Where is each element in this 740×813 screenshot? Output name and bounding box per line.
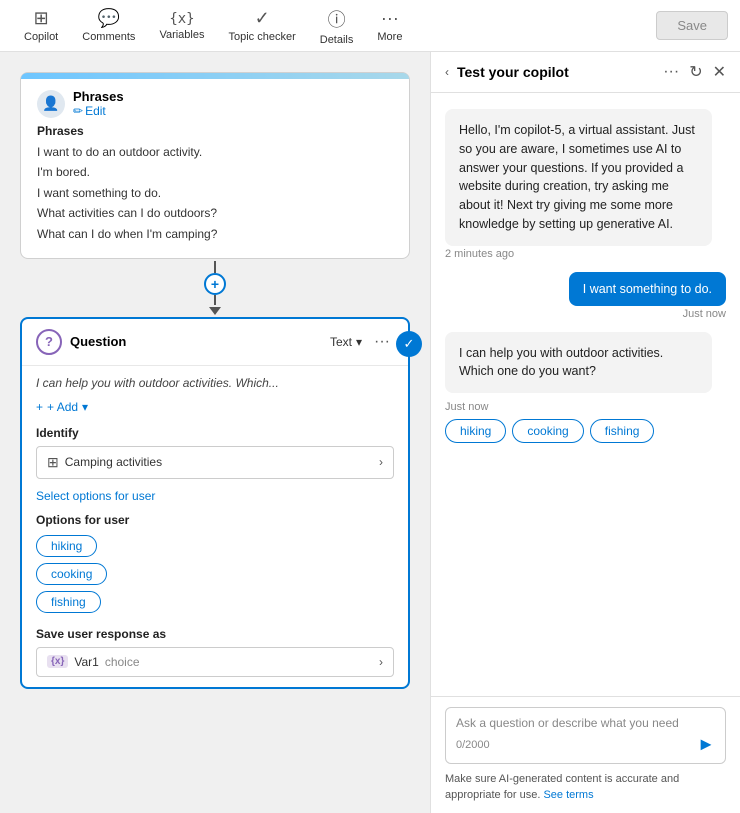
toolbar-label-comments: Comments (82, 31, 135, 43)
phrases-list: I want to do an outdoor activity. I'm bo… (37, 142, 393, 244)
footer-note: Make sure AI-generated content is accura… (445, 772, 726, 803)
refresh-icon[interactable]: ↻ (689, 62, 702, 82)
save-response-box[interactable]: {x} Var1 choice › (36, 647, 394, 677)
toolbar-label-topic-checker: Topic checker (228, 31, 295, 43)
input-row: 0/2000 ► (456, 734, 715, 755)
toolbar-item-variables[interactable]: {x} Variables (147, 7, 216, 45)
variable-icon: {x} (47, 655, 68, 668)
pencil-icon: ✏ (73, 104, 83, 118)
time-label-2: Just now (445, 401, 726, 413)
option-tags: hiking cooking fishing (36, 535, 394, 613)
choice-tag-cooking[interactable]: cooking (512, 419, 583, 443)
bot-reply-section: I can help you with outdoor activities. … (445, 332, 726, 444)
option-tag-hiking[interactable]: hiking (36, 535, 97, 557)
option-tag-cooking[interactable]: cooking (36, 563, 107, 585)
see-terms-link[interactable]: See terms (543, 789, 593, 801)
question-preview: I can help you with outdoor activities. … (36, 376, 394, 390)
input-box: Ask a question or describe what you need… (445, 707, 726, 764)
main-area: 👤 Phrases ✏ Edit Phrases I want to do an… (0, 52, 740, 813)
variables-icon: {x} (169, 11, 194, 27)
question-icon: ? (36, 329, 62, 355)
details-icon: ⓘ (328, 6, 346, 32)
toolbar-item-details[interactable]: ⓘ Details (308, 2, 366, 50)
table-icon: ⊞ (47, 454, 59, 471)
identify-text: Camping activities (65, 455, 379, 469)
toolbar-item-more[interactable]: ··· More (365, 4, 414, 47)
save-response-label: Save user response as (36, 627, 394, 641)
select-options-link[interactable]: Select options for user (36, 489, 394, 503)
copilot-title: Test your copilot (457, 64, 655, 80)
option-tag-fishing[interactable]: fishing (36, 591, 101, 613)
add-button[interactable]: + + Add ▾ (36, 400, 394, 414)
phrase-item: I'm bored. (37, 162, 393, 182)
question-title: Question (70, 334, 322, 349)
toolbar-item-copilot[interactable]: ⊞ Copilot (12, 4, 70, 47)
phrase-item: What activities can I do outdoors? (37, 203, 393, 223)
options-section-label: Options for user (36, 513, 394, 527)
topic-checker-icon: ✓ (255, 8, 270, 29)
canvas: 👤 Phrases ✏ Edit Phrases I want to do an… (0, 52, 430, 813)
bot-message-1-wrap: Hello, I'm copilot-5, a virtual assistan… (445, 109, 726, 260)
type-selector[interactable]: Text ▾ (330, 335, 362, 349)
chevron-right-icon: › (379, 455, 383, 469)
toolbar-label-details: Details (320, 34, 354, 46)
identify-box[interactable]: ⊞ Camping activities › (36, 446, 394, 479)
avatar: 👤 (37, 90, 65, 118)
question-card: ✓ ? Question Text ▾ ··· I can help you w… (20, 317, 410, 689)
question-card-header: ? Question Text ▾ ··· (22, 319, 408, 366)
chevron-right-icon: › (379, 655, 383, 669)
choice-tags: hiking cooking fishing (445, 419, 726, 443)
collapse-icon[interactable]: ‹ (445, 65, 449, 79)
phrase-item: I want to do an outdoor activity. (37, 142, 393, 162)
send-button[interactable]: ► (697, 734, 715, 755)
ellipsis-icon[interactable]: ··· (663, 63, 679, 81)
plus-icon: + (36, 400, 43, 414)
add-connector-button[interactable]: + (204, 273, 226, 295)
copilot-footer: Ask a question or describe what you need… (431, 696, 740, 813)
copilot-header: ‹ Test your copilot ··· ↻ ✕ (431, 52, 740, 93)
toolbar-item-topic-checker[interactable]: ✓ Topic checker (216, 4, 307, 47)
var-type: choice (105, 655, 373, 669)
comments-icon: 💬 (98, 8, 120, 29)
more-icon: ··· (381, 8, 399, 29)
phrases-section-label: Phrases (37, 124, 393, 138)
toolbar-label-more: More (377, 31, 402, 43)
user-message: I want something to do. (569, 272, 726, 306)
phrases-header: 👤 Phrases ✏ Edit (37, 89, 393, 118)
input-placeholder-text: Ask a question or describe what you need (456, 716, 715, 730)
identify-section-label: Identify (36, 426, 394, 440)
checkmark-badge: ✓ (396, 331, 422, 357)
phrases-title: Phrases (73, 89, 124, 104)
type-label: Text (330, 335, 352, 349)
time-label-user: Just now (683, 308, 726, 320)
bot-message-2: I can help you with outdoor activities. … (445, 332, 712, 394)
chevron-down-icon: ▾ (82, 400, 88, 414)
time-label-1: 2 minutes ago (445, 248, 726, 260)
char-count: 0/2000 (456, 739, 490, 751)
more-button[interactable]: ··· (370, 333, 394, 351)
copilot-icon: ⊞ (34, 8, 49, 29)
bot-message-1: Hello, I'm copilot-5, a virtual assistan… (445, 109, 712, 246)
user-message-wrap: I want something to do. Just now (445, 272, 726, 320)
choice-tag-hiking[interactable]: hiking (445, 419, 506, 443)
toolbar-item-comments[interactable]: 💬 Comments (70, 4, 147, 47)
edit-link[interactable]: ✏ Edit (73, 104, 124, 118)
phrase-item: What can I do when I'm camping? (37, 224, 393, 244)
toolbar-label-variables: Variables (159, 29, 204, 41)
toolbar: ⊞ Copilot 💬 Comments {x} Variables ✓ Top… (0, 0, 740, 52)
save-button[interactable]: Save (656, 11, 728, 40)
chevron-down-icon: ▾ (356, 335, 362, 349)
toolbar-label-copilot: Copilot (24, 31, 58, 43)
question-body: I can help you with outdoor activities. … (22, 366, 408, 687)
header-icons: ··· ↻ ✕ (663, 62, 726, 82)
copilot-messages: Hello, I'm copilot-5, a virtual assistan… (431, 93, 740, 696)
var-name: Var1 (74, 655, 98, 669)
phrase-item: I want something to do. (37, 183, 393, 203)
phrases-card: 👤 Phrases ✏ Edit Phrases I want to do an… (20, 72, 410, 259)
choice-tag-fishing[interactable]: fishing (590, 419, 655, 443)
copilot-panel: ‹ Test your copilot ··· ↻ ✕ Hello, I'm c… (430, 52, 740, 813)
close-icon[interactable]: ✕ (713, 62, 726, 82)
